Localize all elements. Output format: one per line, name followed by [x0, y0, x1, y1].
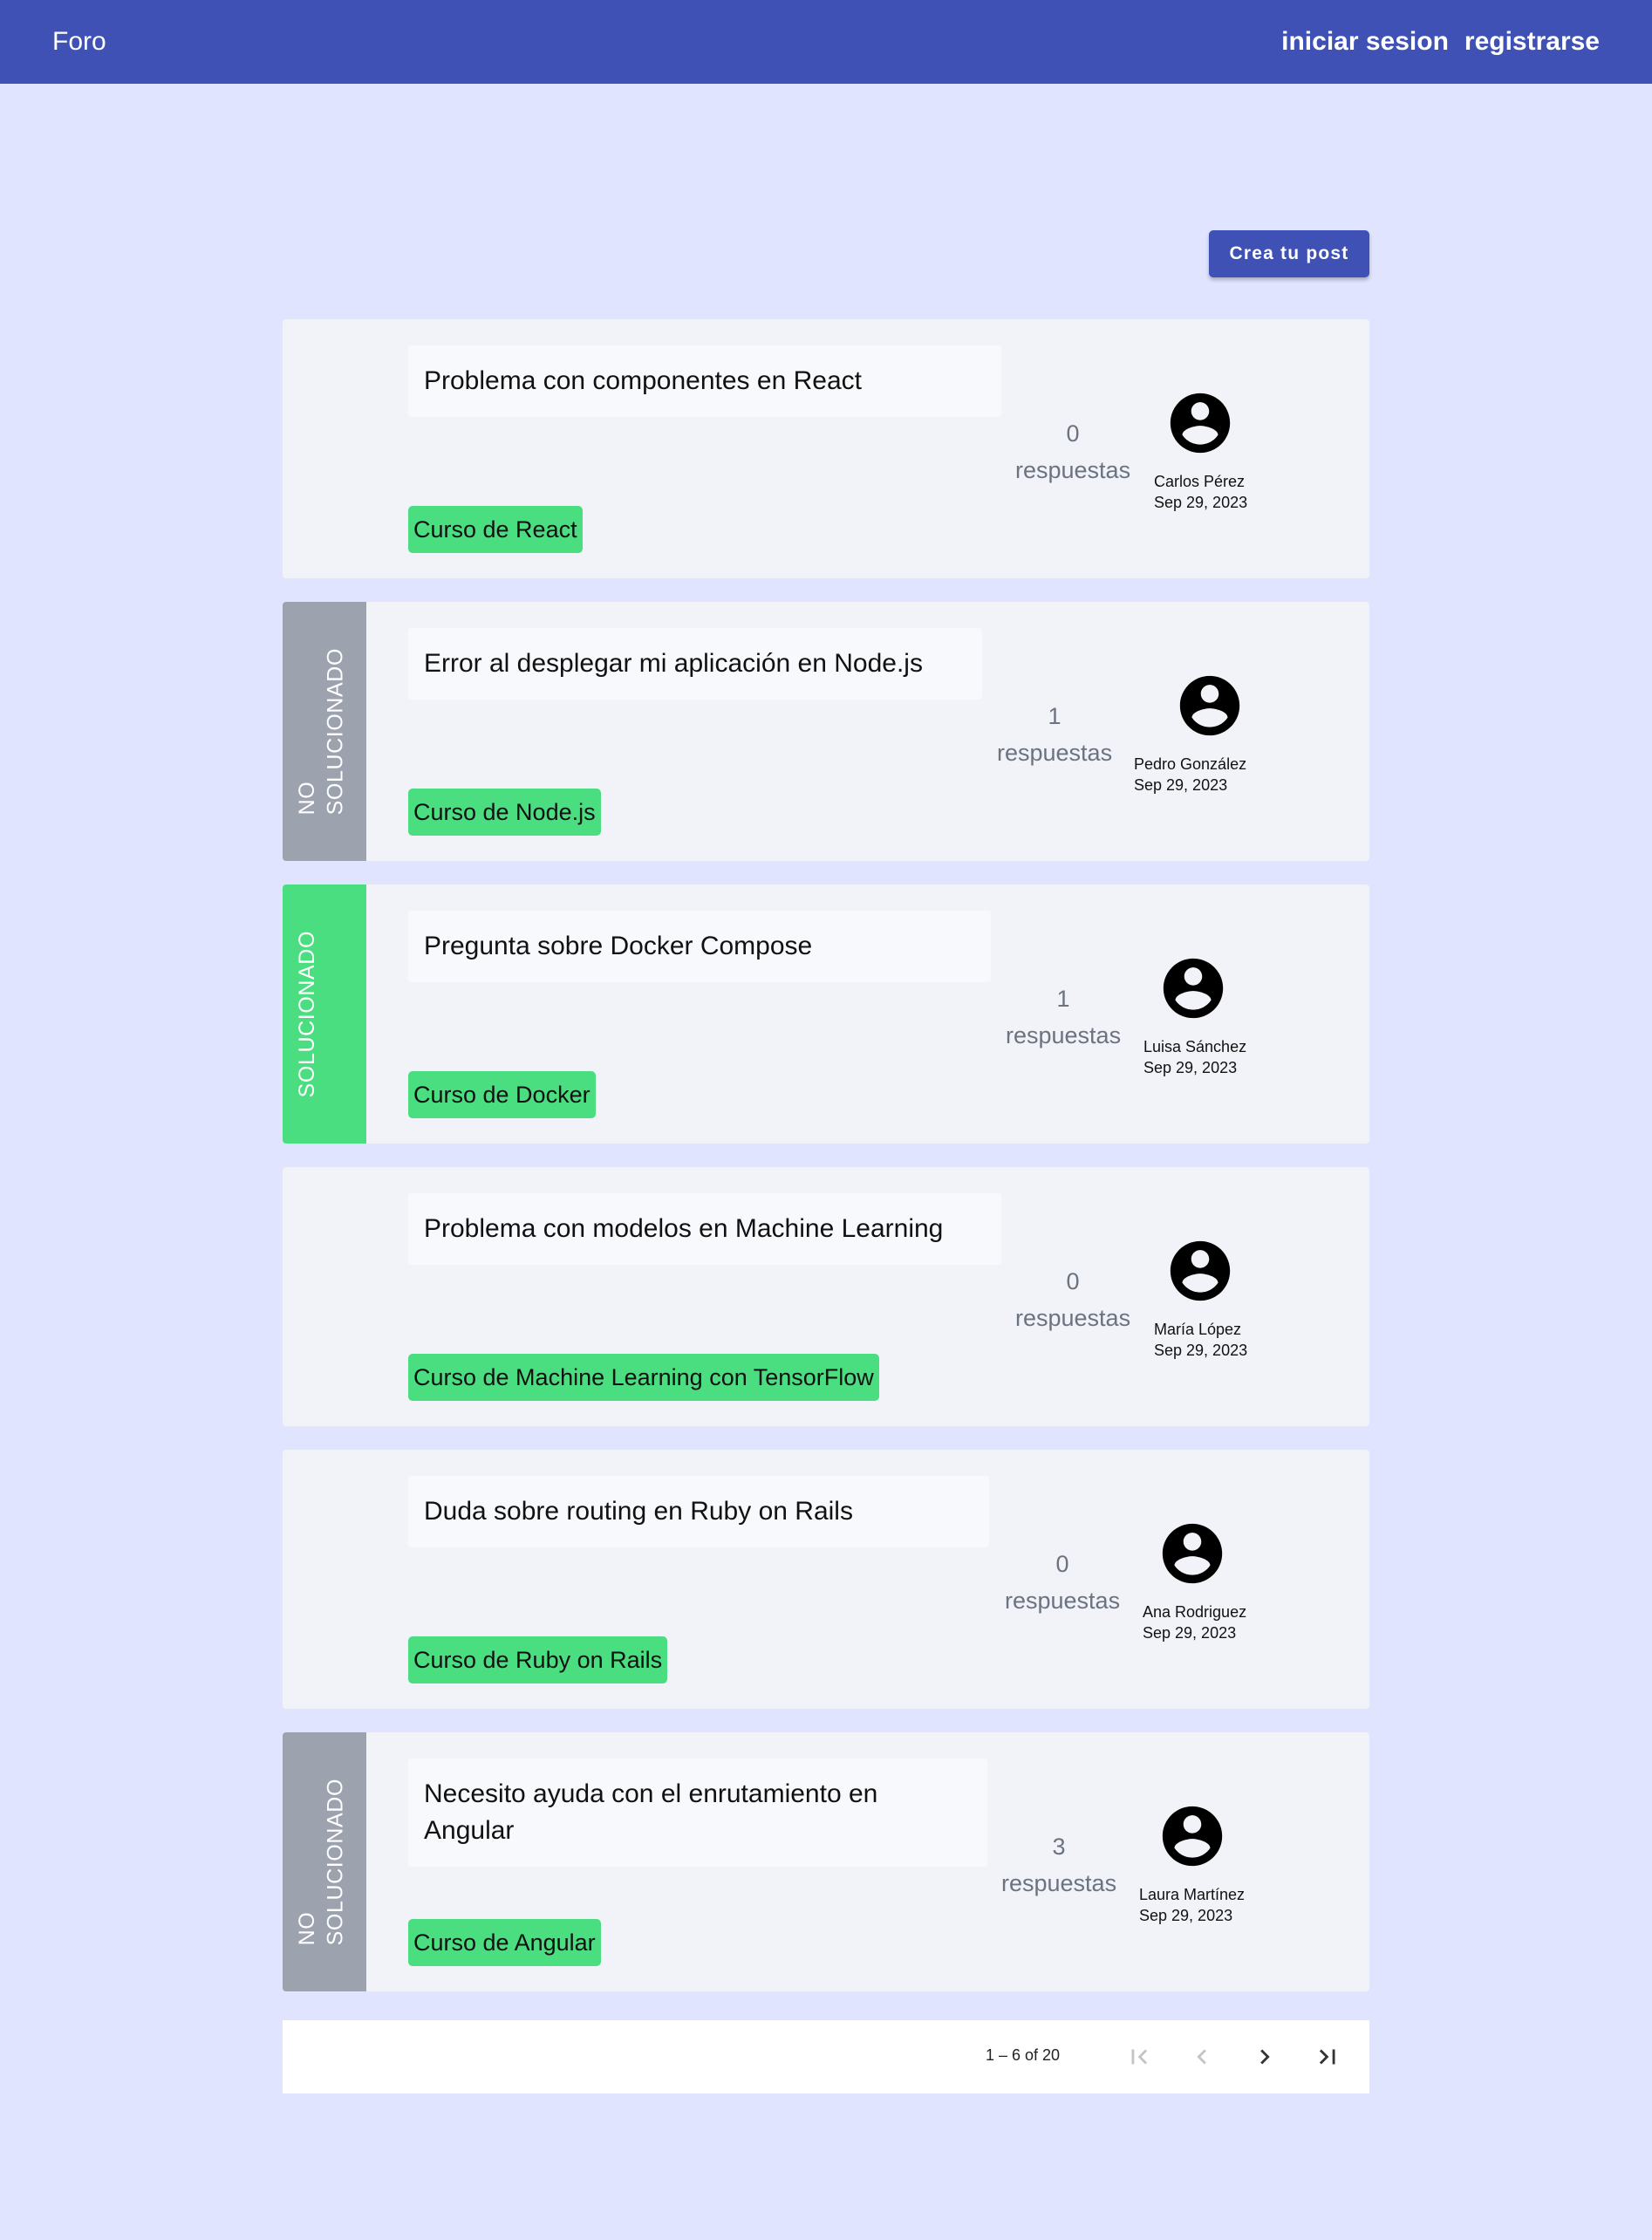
replies-label: respuestas	[1015, 1305, 1131, 1331]
post-title[interactable]: Pregunta sobre Docker Compose	[408, 911, 991, 982]
course-tag[interactable]: Curso de React	[408, 506, 583, 553]
chevron-left-icon	[1197, 2049, 1206, 2065]
post-card[interactable]: SOLUCIONADO Pregunta sobre Docker Compos…	[283, 884, 1369, 1144]
post-title[interactable]: Problema con modelos en Machine Learning	[408, 1193, 1001, 1265]
author-name: María López	[1154, 1321, 1242, 1338]
post-author: Luisa Sánchez Sep 29, 2023	[1143, 953, 1246, 1078]
account-circle-icon	[1162, 1806, 1223, 1867]
status-label: NO SOLUCIONADO	[295, 1778, 348, 1946]
course-tag[interactable]: Curso de Docker	[408, 1071, 596, 1118]
post-card[interactable]: Duda sobre routing en Ruby on Rails Curs…	[283, 1450, 1369, 1709]
replies-label: respuestas	[1001, 1870, 1117, 1896]
last-page-button[interactable]	[1308, 2038, 1347, 2076]
post-card[interactable]: Problema con modelos en Machine Learning…	[283, 1167, 1369, 1426]
post-title[interactable]: Error al desplegar mi aplicación en Node…	[408, 628, 982, 700]
replies-counter: 3 respuestas	[1001, 1828, 1116, 1902]
course-tag[interactable]: Curso de Ruby on Rails	[408, 1636, 668, 1683]
replies-counter: 1 respuestas	[1006, 980, 1121, 1054]
post-date: Sep 29, 2023	[1154, 1342, 1248, 1359]
replies-counter: 0 respuestas	[1005, 1546, 1120, 1619]
course-tag[interactable]: Curso de Node.js	[408, 789, 601, 836]
last-page-icon	[1319, 2049, 1335, 2065]
paginator-range-label: 1 – 6 of 20	[986, 2046, 1061, 2064]
post-date: Sep 29, 2023	[1143, 1059, 1238, 1076]
post-card[interactable]: NO SOLUCIONADO Necesito ayuda con el enr…	[283, 1732, 1369, 1991]
app-brand[interactable]: Foro	[52, 27, 106, 57]
next-page-button[interactable]	[1246, 2038, 1284, 2076]
post-date: Sep 29, 2023	[1154, 494, 1248, 511]
replies-counter: 0 respuestas	[1015, 415, 1130, 488]
replies-count: 1	[1048, 703, 1062, 729]
account-circle-icon	[1170, 1240, 1231, 1301]
post-author: Carlos Pérez Sep 29, 2023	[1154, 387, 1247, 513]
account-circle-icon	[1170, 393, 1231, 454]
first-page-icon	[1131, 2049, 1148, 2065]
replies-count: 0	[1055, 1551, 1069, 1577]
post-title[interactable]: Necesito ayuda con el enrutamiento en An…	[408, 1759, 987, 1867]
post-date: Sep 29, 2023	[1139, 1907, 1233, 1924]
course-tag[interactable]: Curso de Machine Learning con TensorFlow	[408, 1354, 879, 1401]
avatar[interactable]	[1154, 387, 1247, 459]
avatar[interactable]	[1143, 953, 1246, 1024]
replies-label: respuestas	[1005, 1588, 1121, 1614]
replies-label: respuestas	[997, 740, 1113, 766]
post-title[interactable]: Problema con componentes en React	[408, 345, 1001, 417]
register-link[interactable]: registrarse	[1464, 27, 1600, 57]
replies-counter: 0 respuestas	[1015, 1263, 1130, 1336]
app-toolbar: Foro iniciar sesion registrarse	[0, 0, 1652, 84]
avatar[interactable]	[1143, 1518, 1246, 1589]
author-name: Pedro González	[1134, 755, 1247, 773]
chevron-right-icon	[1260, 2049, 1270, 2065]
post-title[interactable]: Duda sobre routing en Ruby on Rails	[408, 1476, 989, 1547]
post-date: Sep 29, 2023	[1134, 776, 1228, 794]
author-name: Luisa Sánchez	[1143, 1038, 1247, 1055]
post-author: María López Sep 29, 2023	[1154, 1235, 1247, 1361]
author-name: Ana Rodriguez	[1143, 1603, 1247, 1621]
replies-counter: 1 respuestas	[997, 698, 1112, 771]
paginator: 1 – 6 of 20	[283, 2020, 1369, 2093]
replies-label: respuestas	[1006, 1022, 1122, 1048]
create-post-button[interactable]: Crea tu post	[1209, 230, 1369, 277]
login-link[interactable]: iniciar sesion	[1281, 27, 1449, 57]
previous-page-button[interactable]	[1183, 2038, 1221, 2076]
account-circle-icon	[1179, 675, 1240, 736]
course-tag[interactable]: Curso de Angular	[408, 1919, 601, 1966]
replies-label: respuestas	[1015, 457, 1131, 483]
post-card[interactable]: Problema con componentes en React Curso …	[283, 319, 1369, 578]
status-label: SOLUCIONADO	[295, 930, 319, 1098]
status-badge-unsolved: NO SOLUCIONADO	[283, 602, 366, 861]
status-label: NO SOLUCIONADO	[295, 647, 348, 816]
post-card[interactable]: NO SOLUCIONADO Error al desplegar mi apl…	[283, 602, 1369, 861]
replies-count: 0	[1066, 1268, 1080, 1294]
status-badge-unsolved: NO SOLUCIONADO	[283, 1732, 366, 1991]
avatar[interactable]	[1134, 670, 1246, 741]
post-author: Ana Rodriguez Sep 29, 2023	[1143, 1518, 1246, 1643]
account-circle-icon	[1163, 958, 1224, 1019]
replies-count: 0	[1066, 420, 1080, 447]
status-badge-solved: SOLUCIONADO	[283, 884, 366, 1144]
post-author: Pedro González Sep 29, 2023	[1134, 670, 1246, 796]
author-name: Laura Martínez	[1139, 1886, 1246, 1903]
post-date: Sep 29, 2023	[1143, 1624, 1237, 1642]
auth-nav: iniciar sesion registrarse	[1281, 27, 1600, 57]
replies-count: 1	[1056, 986, 1070, 1012]
avatar[interactable]	[1154, 1235, 1247, 1307]
author-name: Carlos Pérez	[1154, 473, 1246, 490]
post-author: Laura Martínez Sep 29, 2023	[1139, 1800, 1245, 1926]
first-page-button[interactable]	[1120, 2038, 1158, 2076]
avatar[interactable]	[1139, 1800, 1245, 1872]
replies-count: 3	[1052, 1834, 1066, 1860]
account-circle-icon	[1162, 1523, 1223, 1584]
